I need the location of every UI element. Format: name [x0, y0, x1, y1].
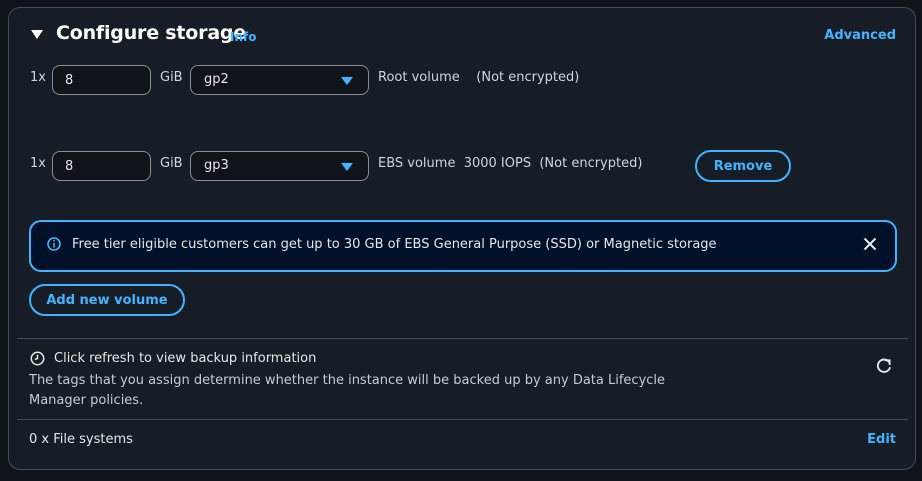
volume-multiplier: 1x — [30, 70, 46, 85]
add-new-volume-button[interactable]: Add new volume — [29, 284, 185, 316]
volume-size-input[interactable] — [52, 151, 151, 181]
collapse-caret-icon[interactable] — [31, 30, 43, 39]
volume-size-input[interactable] — [52, 65, 151, 95]
chevron-down-icon — [341, 163, 353, 171]
volume-type-select[interactable]: gp2 — [190, 65, 369, 95]
backup-description: The tags that you assign determine wheth… — [29, 373, 666, 408]
volume-unit-label: GiB — [160, 70, 183, 85]
info-link[interactable]: Info — [230, 30, 256, 44]
divider — [17, 338, 908, 339]
volume-unit-label: GiB — [160, 156, 183, 171]
clock-icon — [30, 351, 45, 366]
edit-file-systems-link[interactable]: Edit — [867, 432, 896, 447]
volume-description: Root volume (Not encrypted) — [378, 70, 580, 85]
backup-title: Click refresh to view backup information — [54, 351, 317, 366]
volume-type-value: gp3 — [204, 158, 229, 173]
volume-type-select[interactable]: gp3 — [190, 151, 369, 181]
volume-description: EBS volume 3000 IOPS (Not encrypted) — [378, 156, 643, 171]
refresh-icon[interactable] — [875, 357, 893, 375]
free-tier-alert: Free tier eligible customers can get up … — [29, 220, 897, 272]
alert-text: Free tier eligible customers can get up … — [72, 237, 717, 252]
close-icon[interactable] — [862, 236, 878, 252]
info-icon — [47, 237, 61, 251]
file-systems-label: 0 x File systems — [29, 432, 133, 447]
advanced-link[interactable]: Advanced — [824, 28, 896, 43]
divider — [17, 419, 908, 420]
section-title: Configure storage — [56, 22, 247, 44]
volume-type-value: gp2 — [204, 72, 229, 87]
volume-multiplier: 1x — [30, 156, 46, 171]
configure-storage-panel: Configure storage Info Advanced 1x GiB g… — [8, 7, 916, 470]
chevron-down-icon — [341, 77, 353, 85]
remove-volume-button[interactable]: Remove — [695, 150, 791, 182]
